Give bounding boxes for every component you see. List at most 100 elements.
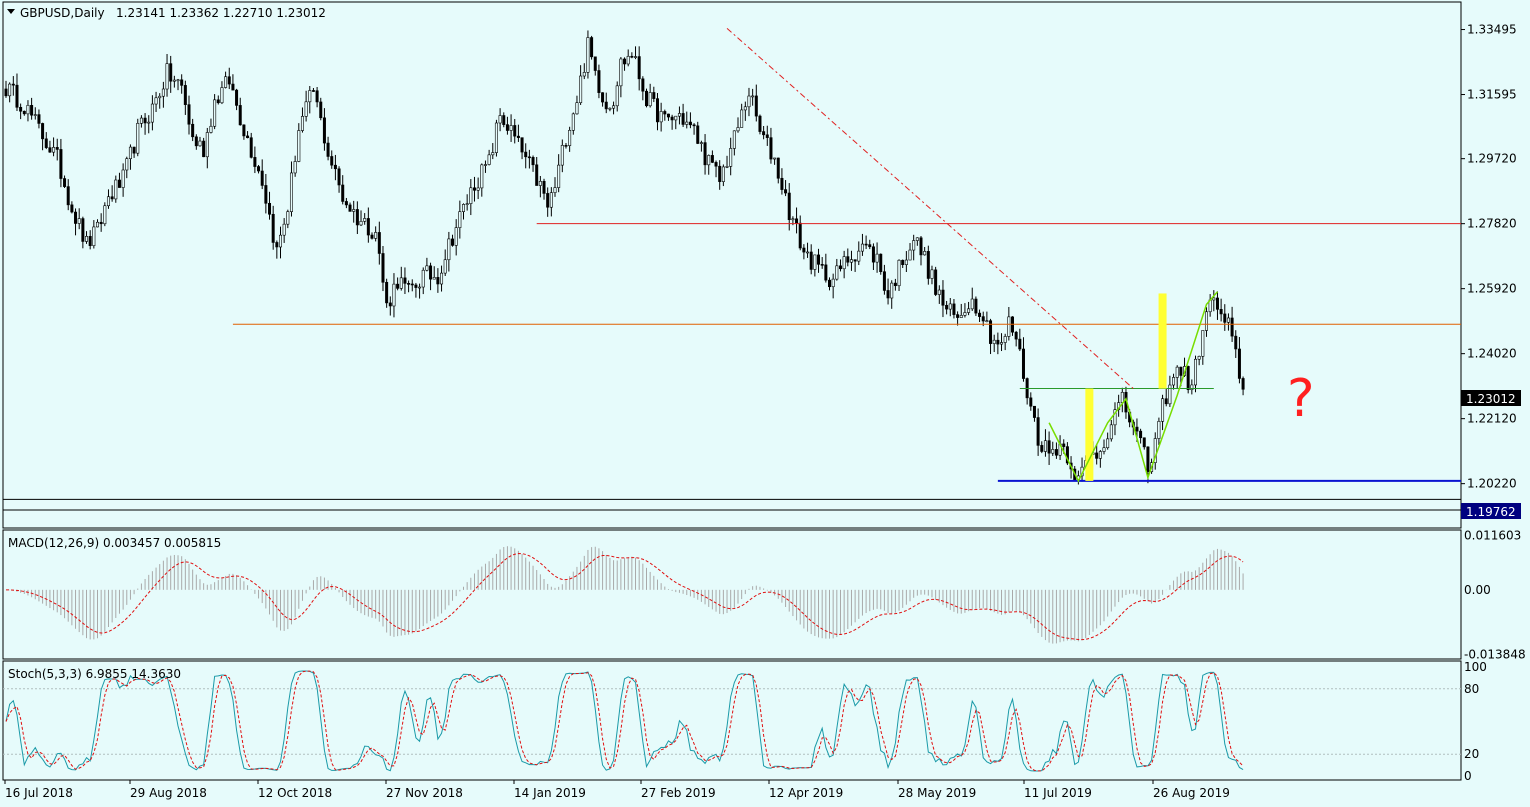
candle-body <box>915 237 919 241</box>
candles <box>4 30 1245 485</box>
candle-body <box>978 312 982 317</box>
candle-body <box>904 259 908 265</box>
candle-body <box>235 89 239 106</box>
candle-body <box>381 253 385 283</box>
candle-body <box>963 312 967 316</box>
candle-body <box>377 232 381 254</box>
candle-body <box>773 157 777 160</box>
candle-body <box>1095 452 1099 459</box>
candle-body <box>568 130 572 146</box>
price-tick-label: 1.25920 <box>1467 282 1517 296</box>
candle-body <box>1219 309 1223 315</box>
candle-body <box>637 56 641 80</box>
candle-body <box>150 103 154 123</box>
candle-body <box>769 137 773 160</box>
candle-body <box>436 277 440 285</box>
candle-body <box>1018 338 1022 350</box>
candle-body <box>271 213 275 243</box>
price-tick-label: 1.29720 <box>1467 152 1517 166</box>
candle-body <box>341 184 345 202</box>
candle-body <box>641 78 645 92</box>
stoch-signal-line <box>5 670 1244 772</box>
candle-body <box>432 277 436 280</box>
price-tick-label: 1.33495 <box>1467 23 1517 37</box>
candle-body <box>1021 348 1025 379</box>
candle-body <box>205 132 209 158</box>
candle-body <box>22 110 26 115</box>
candle-body <box>516 135 520 138</box>
candle-body <box>1157 421 1161 439</box>
candle-body <box>370 234 374 239</box>
candle-body <box>967 308 971 313</box>
candle-body <box>901 259 905 265</box>
candle-body <box>33 114 37 116</box>
stoch-main-line <box>5 670 1244 772</box>
macd-tick-label: 0.011603 <box>1464 529 1521 543</box>
candle-body <box>714 162 718 167</box>
candle-body <box>1146 446 1150 472</box>
candle-body <box>96 221 100 228</box>
collapse-triangle-icon[interactable] <box>7 9 15 14</box>
candle-body <box>758 115 762 132</box>
candle-body <box>348 204 352 212</box>
candle-body <box>147 121 151 124</box>
chart-canvas: 1.33495 1.31595 1.29720 1.27820 1.25920 1.240… <box>2 1 1526 800</box>
candle-body <box>202 140 206 158</box>
candle-body <box>893 282 897 287</box>
candle-body <box>440 272 444 285</box>
candle-body <box>1237 348 1241 379</box>
candle-body <box>571 113 575 131</box>
candle-body <box>209 125 213 133</box>
candle-body <box>560 145 564 166</box>
candle-body <box>85 236 89 242</box>
candle-body <box>311 90 315 92</box>
candle-body <box>74 211 78 224</box>
candle-body <box>359 221 363 226</box>
macd-tick-label: 0.00 <box>1464 583 1491 597</box>
candle-body <box>352 209 356 212</box>
candle-body <box>505 124 509 131</box>
candle-body <box>191 123 195 138</box>
price-tick-label: 1.24020 <box>1467 347 1517 361</box>
candle-body <box>63 178 67 187</box>
candle-body <box>542 180 546 194</box>
candle-body <box>257 166 261 172</box>
candle-body <box>344 201 348 206</box>
candle-body <box>476 187 480 191</box>
current-price-label: 1.23012 <box>1466 392 1516 406</box>
candle-body <box>286 211 290 225</box>
candle-body <box>1098 451 1102 459</box>
candle-body <box>677 113 681 117</box>
candle-body <box>1179 366 1183 376</box>
candle-body <box>198 140 202 147</box>
candle-body <box>264 185 268 204</box>
candle-body <box>890 282 894 299</box>
candle-body <box>1040 445 1044 452</box>
candle-body <box>443 259 447 274</box>
candle-body <box>710 155 714 163</box>
price-tick-label: 1.27820 <box>1467 217 1517 231</box>
yellow-highlight-bar <box>1085 388 1094 481</box>
candle-body <box>132 146 136 154</box>
candle-body <box>326 142 330 157</box>
candle-body <box>703 142 707 166</box>
stoch-label: Stoch(5,3,3) 6.9855 14.3630 <box>8 667 181 681</box>
candle-body <box>527 156 531 159</box>
candle-body <box>1223 313 1227 323</box>
candle-body <box>461 204 465 212</box>
candle-body <box>509 125 513 131</box>
macd-indicator <box>5 546 1244 644</box>
candle-body <box>169 63 173 82</box>
candle-body <box>692 124 696 127</box>
candle-body <box>520 137 524 153</box>
candle-body <box>41 123 45 140</box>
candle-body <box>1212 297 1216 301</box>
candle-body <box>992 339 996 344</box>
candle-body <box>55 147 59 150</box>
candle-body <box>1230 317 1234 337</box>
candle-body <box>396 283 400 289</box>
time-tick-label: 27 Feb 2019 <box>641 786 716 800</box>
candle-body <box>798 222 802 249</box>
candle-body <box>623 58 627 65</box>
stochastic-indicator <box>3 670 1461 772</box>
